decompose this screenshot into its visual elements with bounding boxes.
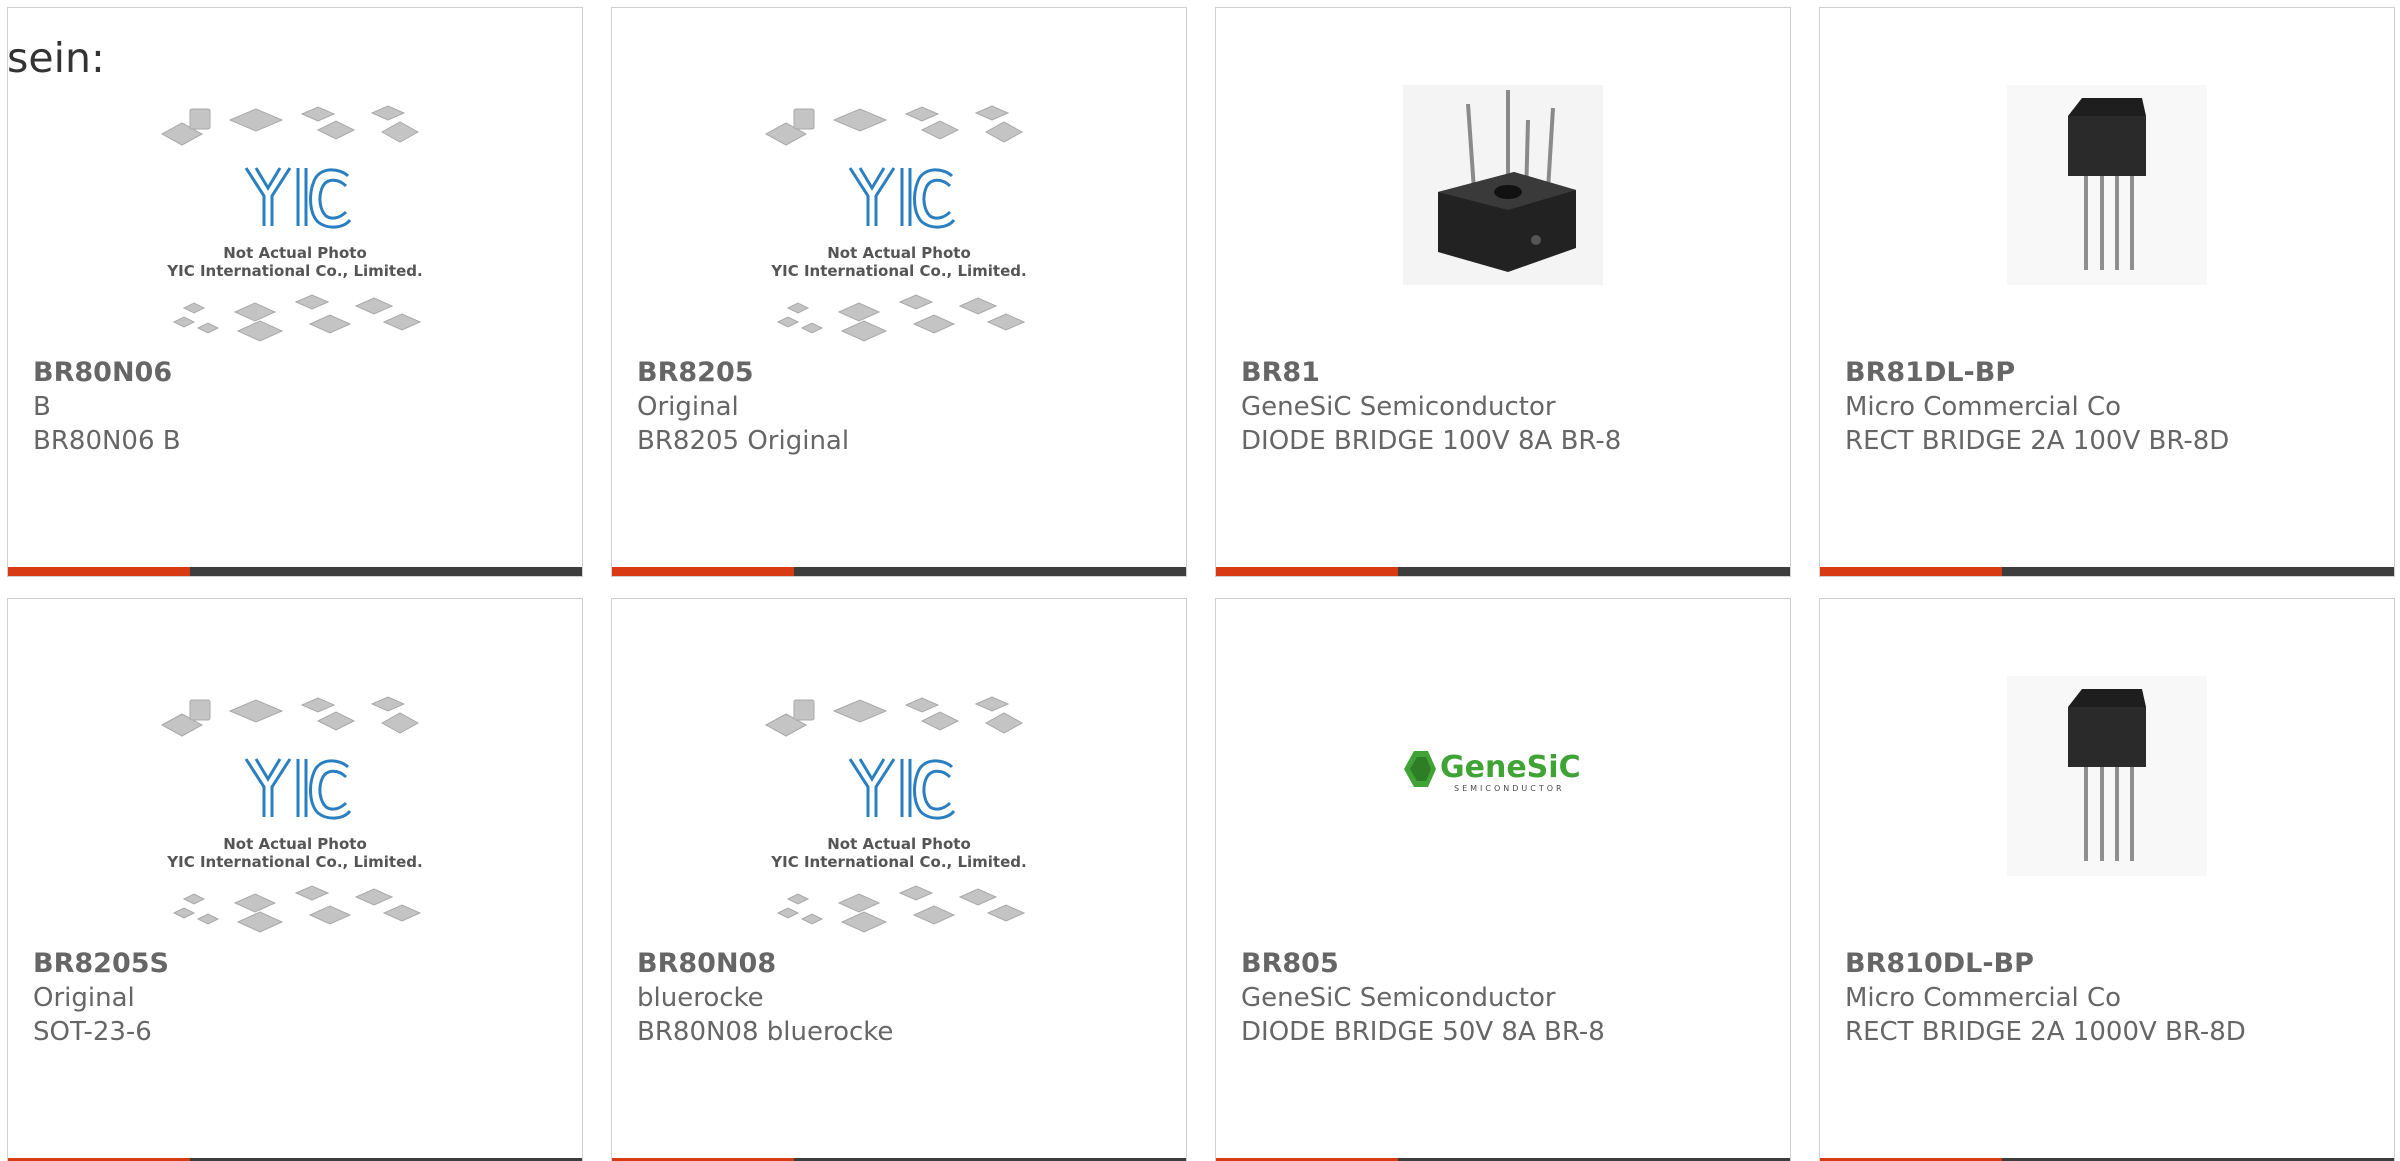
svg-text:Not Actual Photo: Not Actual Photo [827, 244, 971, 262]
svg-text:YIC International Co., Limited: YIC International Co., Limited. [770, 853, 1026, 871]
description: DIODE BRIDGE 50V 8A BR-8 [1241, 1017, 1605, 1047]
manufacturer: Original [33, 983, 135, 1013]
description: BR8205 Original [637, 426, 850, 456]
svg-text:GeneSiC: GeneSiC [1440, 750, 1581, 785]
card-footer-bar [1820, 567, 2394, 576]
product-card[interactable]: Not Actual Photo YIC International Co., … [7, 598, 583, 1161]
part-number-link[interactable]: BR81DL-BP [1845, 357, 2015, 388]
yic-placeholder-image: Not Actual Photo YIC International Co., … [764, 105, 1027, 342]
part-number-link[interactable]: BR81 [1241, 357, 1320, 388]
manufacturer: GeneSiC Semiconductor [1241, 983, 1556, 1013]
manufacturer: GeneSiC Semiconductor [1241, 392, 1556, 422]
svg-text:Not Actual Photo: Not Actual Photo [827, 835, 971, 853]
yic-placeholder-image: Not Actual Photo YIC International Co., … [160, 696, 423, 933]
svg-text:YIC International Co., Limited: YIC International Co., Limited. [770, 262, 1026, 280]
manufacturer: Original [637, 392, 739, 422]
product-card[interactable]: Not Actual Photo YIC International Co., … [611, 7, 1187, 577]
yic-placeholder-image: Not Actual Photo YIC International Co., … [764, 696, 1027, 933]
part-number-link[interactable]: BR80N08 [637, 948, 776, 979]
manufacturer: Micro Commercial Co [1845, 392, 2122, 422]
manufacturer: bluerocke [637, 983, 764, 1013]
bridge-rectifier-sip-image [2007, 85, 2207, 285]
bridge-rectifier-sip-image [2007, 676, 2207, 876]
product-image-yic-placeholder[interactable]: Not Actual Photo YIC International Co., … [8, 599, 582, 939]
part-number-link[interactable]: BR810DL-BP [1845, 948, 2034, 979]
product-card[interactable]: Not Actual Photo YIC International Co., … [7, 7, 583, 577]
svg-text:Not Actual Photo: Not Actual Photo [223, 244, 367, 262]
bridge-rectifier-square-image [1403, 85, 1603, 285]
part-number-link[interactable]: BR805 [1241, 948, 1339, 979]
part-number-link[interactable]: BR8205 [637, 357, 754, 388]
genesic-logo-image: GeneSiC SEMICONDUCTOR [1404, 750, 1581, 793]
card-footer-bar [8, 567, 582, 576]
description: BR80N06 B [33, 426, 181, 456]
card-footer-bar [1216, 567, 1790, 576]
product-image-bridge-rectifier[interactable] [1216, 8, 1790, 348]
intro-text: sein: [7, 34, 105, 82]
description: SOT-23-6 [33, 1017, 152, 1047]
description: RECT BRIDGE 2A 100V BR-8D [1845, 426, 2230, 456]
card-footer-bar [612, 567, 1186, 576]
product-card[interactable]: GeneSiC SEMICONDUCTOR BR805 GeneSiC Semi… [1215, 598, 1791, 1161]
product-card[interactable]: BR810DL-BP Micro Commercial Co RECT BRID… [1819, 598, 2395, 1161]
product-listing-page: sein: Not Actual Photo YIC International… [0, 0, 2400, 1161]
part-number-link[interactable]: BR8205S [33, 948, 169, 979]
product-image-yic-placeholder[interactable]: Not Actual Photo YIC International Co., … [612, 599, 1186, 939]
product-image-bridge-rectifier[interactable] [1820, 599, 2394, 939]
manufacturer: B [33, 392, 51, 422]
svg-text:YIC International Co., Limited: YIC International Co., Limited. [166, 262, 422, 280]
svg-text:Not Actual Photo: Not Actual Photo [223, 835, 367, 853]
product-card[interactable]: BR81 GeneSiC Semiconductor DIODE BRIDGE … [1215, 7, 1791, 577]
manufacturer: Micro Commercial Co [1845, 983, 2122, 1013]
product-card[interactable]: Not Actual Photo YIC International Co., … [611, 598, 1187, 1161]
svg-text:YIC International Co., Limited: YIC International Co., Limited. [166, 853, 422, 871]
product-image-bridge-rectifier[interactable] [1820, 8, 2394, 348]
product-image-genesic-logo[interactable]: GeneSiC SEMICONDUCTOR [1216, 599, 1790, 939]
description: RECT BRIDGE 2A 1000V BR-8D [1845, 1017, 2246, 1047]
svg-text:SEMICONDUCTOR: SEMICONDUCTOR [1454, 784, 1565, 793]
description: DIODE BRIDGE 100V 8A BR-8 [1241, 426, 1622, 456]
yic-placeholder-image: Not Actual Photo YIC International Co., … [160, 105, 423, 342]
product-image-yic-placeholder[interactable]: Not Actual Photo YIC International Co., … [612, 8, 1186, 348]
description: BR80N08 bluerocke [637, 1017, 894, 1047]
part-number-link[interactable]: BR80N06 [33, 357, 172, 388]
product-card[interactable]: BR81DL-BP Micro Commercial Co RECT BRIDG… [1819, 7, 2395, 577]
